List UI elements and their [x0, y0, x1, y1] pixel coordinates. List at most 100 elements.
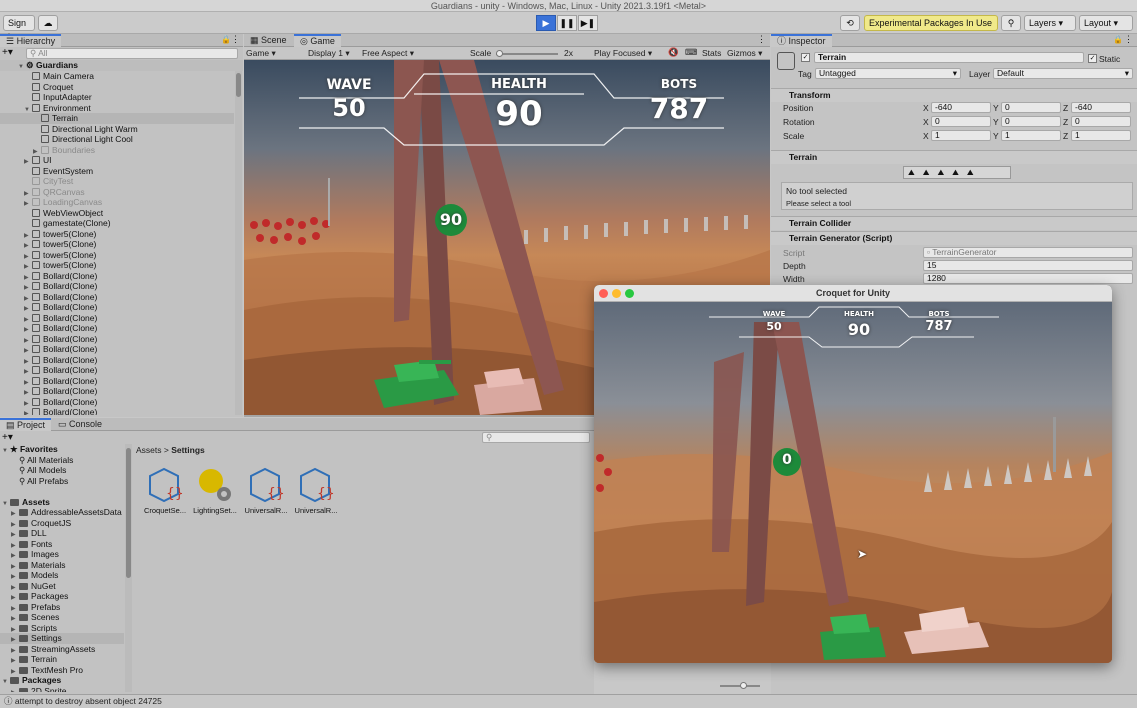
history-icon[interactable]: ⟲ — [840, 15, 860, 31]
croquet-titlebar[interactable]: Croquet for Unity — [594, 285, 1112, 302]
favorite-item[interactable]: ⚲ All Models — [0, 465, 124, 476]
asset-folder[interactable]: ▶ Settings — [0, 633, 124, 644]
hierarchy-item[interactable]: Croquet — [0, 82, 234, 93]
axis-y-label[interactable]: Y — [993, 103, 999, 113]
axis-y-label[interactable]: Y — [993, 117, 999, 127]
favorite-item[interactable]: ⚲ All Materials — [0, 455, 124, 466]
position-x-field[interactable]: -640 — [931, 102, 991, 113]
depth-field[interactable]: 15 — [923, 260, 1133, 271]
search-icon[interactable]: ⚲ — [1001, 15, 1021, 31]
layout-dropdown[interactable]: Layout ▾ — [1079, 15, 1133, 31]
sign-in-button[interactable]: Sign in — [3, 15, 35, 42]
breadcrumb-root[interactable]: Assets — [136, 445, 162, 455]
hierarchy-item[interactable]: EventSystem — [0, 166, 234, 177]
layers-dropdown[interactable]: Layers ▾ — [1024, 15, 1076, 31]
asset-folder[interactable]: ▶ TextMesh Pro — [0, 665, 124, 676]
tag-dropdown[interactable]: Untagged ▾ — [815, 68, 961, 79]
menu-icon[interactable]: ⋮ — [757, 34, 766, 45]
hierarchy-item[interactable]: Directional Light Warm — [0, 124, 234, 135]
menu-icon[interactable]: ⋮ — [1124, 34, 1133, 45]
terrain-header[interactable]: Terrain — [771, 150, 1137, 164]
rotation-z-field[interactable]: 0 — [1071, 116, 1131, 127]
display-dropdown[interactable]: Display 1 ▾ — [308, 48, 350, 59]
stats-button[interactable]: Stats — [702, 48, 721, 58]
asset-item-lighting-settings[interactable]: LightingSet... — [192, 466, 238, 515]
axis-y-label[interactable]: Y — [993, 131, 999, 141]
hierarchy-item[interactable]: Terrain — [0, 113, 234, 124]
asset-folder[interactable]: ▶ Images — [0, 549, 124, 560]
hierarchy-item[interactable]: ▶ LoadingCanvas — [0, 197, 234, 208]
asset-folder[interactable]: ▶ CroquetJS — [0, 518, 124, 529]
hierarchy-item[interactable]: ▼ Environment — [0, 103, 234, 114]
position-z-field[interactable]: -640 — [1071, 102, 1131, 113]
hierarchy-item[interactable]: Directional Light Cool — [0, 134, 234, 145]
hierarchy-item[interactable]: ▶ Bollard(Clone) — [0, 271, 234, 282]
hierarchy-item[interactable]: ▶ Bollard(Clone) — [0, 292, 234, 303]
axis-x-label[interactable]: X — [923, 117, 929, 127]
width-field[interactable]: 1280 — [923, 273, 1133, 284]
hierarchy-item[interactable]: gamestate(Clone) — [0, 218, 234, 229]
hierarchy-item[interactable]: ▶ Bollard(Clone) — [0, 386, 234, 397]
static-checkbox[interactable]: ✓ — [1088, 54, 1097, 63]
icon-size-slider[interactable] — [720, 682, 760, 689]
minimize-window-button[interactable] — [612, 289, 621, 298]
expand-arrow-icon[interactable]: ▶ — [11, 688, 19, 693]
tab-hierarchy[interactable]: ☰ Hierarchy — [0, 34, 62, 47]
packages-section[interactable]: ▼ Packages — [0, 675, 124, 686]
hierarchy-scrollbar[interactable] — [235, 71, 242, 415]
position-y-field[interactable]: 0 — [1001, 102, 1061, 113]
play-button[interactable]: ▶ — [536, 15, 556, 31]
hierarchy-item[interactable]: InputAdapter — [0, 92, 234, 103]
asset-item-croquet-settings[interactable]: {} CroquetSe... — [142, 466, 188, 515]
asset-folder[interactable]: ▶ Materials — [0, 560, 124, 571]
hierarchy-item[interactable]: ▶ Bollard(Clone) — [0, 355, 234, 366]
favorite-item[interactable]: ⚲ All Prefabs — [0, 476, 124, 487]
lock-icon[interactable]: 🔒 — [1113, 35, 1123, 44]
layer-dropdown[interactable]: Default ▾ — [993, 68, 1133, 79]
expand-arrow-icon[interactable]: ▶ — [24, 409, 32, 415]
add-icon[interactable]: +▾ — [2, 432, 22, 443]
croquet-game-view[interactable]: WAVE 50 HEALTH 90 BOTS 787 0 ➤ — [594, 302, 1112, 663]
tab-console[interactable]: ▭ Console — [52, 418, 108, 431]
hierarchy-item[interactable]: CityTest — [0, 176, 234, 187]
scene-root[interactable]: ▼ ⚙ Guardians — [0, 60, 243, 71]
step-button[interactable]: ▶❚ — [578, 15, 598, 31]
hierarchy-search-input[interactable]: ⚲ All — [26, 48, 238, 59]
hierarchy-item[interactable]: ▶ tower5(Clone) — [0, 250, 234, 261]
scale-slider-thumb[interactable] — [496, 50, 503, 57]
asset-folder[interactable]: ▶ DLL — [0, 528, 124, 539]
hierarchy-item[interactable]: ▶ Bollard(Clone) — [0, 323, 234, 334]
tab-inspector[interactable]: ⓘ Inspector — [771, 34, 832, 47]
close-window-button[interactable] — [599, 289, 608, 298]
scale-x-field[interactable]: 1 — [931, 130, 991, 141]
project-tree-scrollbar[interactable] — [125, 444, 132, 692]
asset-item-universal-render-2[interactable]: {} UniversalR... — [293, 466, 339, 515]
hierarchy-item[interactable]: ▶ Bollard(Clone) — [0, 407, 234, 415]
terrain-collider-header[interactable]: Terrain Collider — [771, 216, 1137, 230]
terrain-generator-header[interactable]: Terrain Generator (Script) — [771, 231, 1137, 245]
keyboard-icon[interactable]: ⌨ — [685, 47, 697, 58]
hierarchy-item[interactable]: Main Camera — [0, 71, 234, 82]
scale-z-field[interactable]: 1 — [1071, 130, 1131, 141]
asset-folder[interactable]: ▶ Packages — [0, 591, 124, 602]
scale-slider[interactable] — [496, 50, 558, 57]
transform-header[interactable]: Transform — [771, 88, 1137, 102]
hierarchy-item[interactable]: ▶ Bollard(Clone) — [0, 334, 234, 345]
hierarchy-item[interactable]: ▶ Boundaries — [0, 145, 234, 156]
asset-folder[interactable]: ▶ Terrain — [0, 654, 124, 665]
tab-scene[interactable]: ▦ Scene — [244, 34, 293, 47]
hierarchy-item[interactable]: ▶ Bollard(Clone) — [0, 397, 234, 408]
hierarchy-item[interactable]: ▶ Bollard(Clone) — [0, 365, 234, 376]
hierarchy-item[interactable]: ▶ Bollard(Clone) — [0, 281, 234, 292]
status-bar[interactable]: ⓘ attempt to destroy absent object 24725 — [0, 694, 1137, 708]
tab-game[interactable]: ◎ Game — [294, 34, 341, 47]
aspect-dropdown[interactable]: Free Aspect ▾ — [362, 48, 414, 59]
axis-z-label[interactable]: Z — [1063, 131, 1068, 141]
asset-folder[interactable]: ▶ AddressableAssetsData — [0, 507, 124, 518]
icon-size-slider-thumb[interactable] — [740, 682, 747, 689]
active-checkbox[interactable]: ✓ — [801, 53, 810, 62]
favorites-section[interactable]: ▼ ★ Favorites — [0, 444, 124, 455]
hierarchy-item[interactable]: ▶ UI — [0, 155, 234, 166]
hierarchy-item[interactable]: ▶ Bollard(Clone) — [0, 376, 234, 387]
hierarchy-item[interactable]: ▶ Bollard(Clone) — [0, 344, 234, 355]
